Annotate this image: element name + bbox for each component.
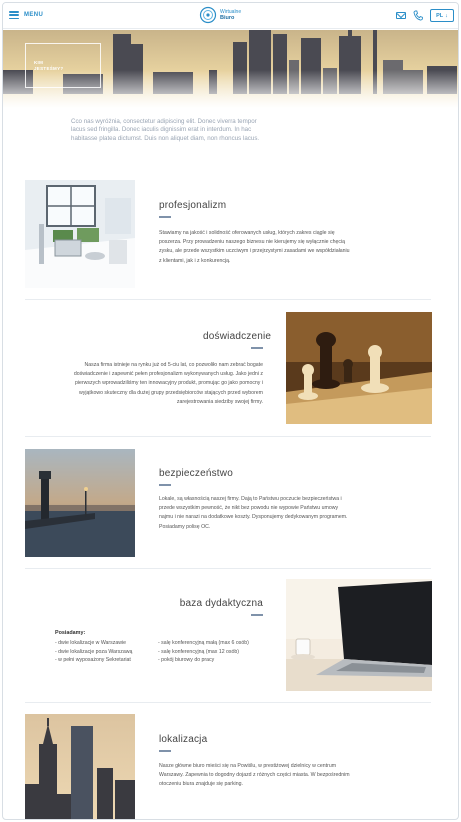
section-title-doswiadczenie: doświadczenie (203, 331, 272, 342)
list-item: - dwie lokalizacje poza Warszawą (55, 648, 133, 655)
about-us-label: KIM JESTEŚMY? (34, 59, 64, 71)
logo[interactable]: Wirtualne Biuro (199, 6, 241, 24)
resources-list-right: - salę konferencyjną małą (max 6 osób) -… (158, 639, 268, 665)
list-title: Posiadamy: (55, 630, 86, 636)
menu-button[interactable]: MENU (9, 11, 43, 19)
section-title-bezpieczenstwo: bezpieczeństwo (159, 468, 233, 479)
top-header: MENU Wirtualne Biuro PL ↓ (3, 3, 458, 29)
section-text-profesjonalizm: Stawiamy na jakość i solidność oferowany… (159, 230, 350, 264)
chevron-down-icon: ↓ (445, 12, 448, 19)
language-switcher[interactable]: PL ↓ (430, 9, 454, 22)
phone-icon[interactable] (413, 10, 423, 21)
office-desk-photo (25, 180, 135, 288)
language-label: PL (436, 12, 444, 19)
list-item: - dwie lokalizacje w Warszawie (55, 640, 127, 646)
title-underline (159, 750, 171, 752)
resources-list-left: - dwie lokalizacje w Warszawie - dwie lo… (55, 639, 155, 665)
section-text-lokalizacja: Nasze główne biuro mieści się na Powiślu… (159, 763, 350, 788)
hamburger-icon (9, 11, 19, 19)
hero-banner: KIM JESTEŚMY? (3, 30, 458, 108)
logo-ring-icon (199, 6, 217, 24)
section-title-baza-dydaktyczna: baza dydaktyczna (179, 598, 263, 609)
list-item: - w pełni wyposażony Sekretariat (55, 657, 131, 664)
section-divider (25, 702, 431, 703)
chess-photo (286, 312, 432, 424)
intro-text: Cco nas wyróżnia, consectetur adipiscing… (71, 118, 260, 142)
mail-icon[interactable] (396, 12, 406, 19)
title-underline (251, 347, 263, 349)
section-text-bezpieczenstwo: Lokale, są własnością naszej firmy. Dają… (159, 496, 348, 530)
list-item: - salę konferencyjną małą (max 6 osób) (158, 640, 249, 646)
page-frame: MENU Wirtualne Biuro PL ↓ KIM JESTEŚMY? … (2, 2, 459, 820)
section-divider (25, 568, 431, 569)
logo-text: Wirtualne Biuro (220, 9, 241, 21)
section-text-doswiadczenie: Nasza firma istnieje na rynku już od 5-c… (73, 362, 263, 405)
title-underline (251, 614, 263, 616)
about-us-box[interactable]: KIM JESTEŚMY? (25, 43, 101, 88)
logo-line2: Biuro (220, 15, 235, 21)
section-divider (25, 299, 431, 300)
lighthouse-photo (25, 449, 135, 557)
warsaw-city-photo (25, 714, 135, 819)
menu-label: MENU (24, 12, 44, 18)
title-underline (159, 484, 171, 486)
section-title-profesjonalizm: profesjonalizm (159, 200, 227, 211)
laptop-photo (286, 579, 432, 691)
list-item: - pokój biurowy do pracy (158, 657, 215, 664)
title-underline (159, 216, 171, 218)
list-item: - salę konferencyjną (max 12 osób) (158, 648, 240, 655)
section-divider (25, 436, 431, 437)
section-title-lokalizacja: lokalizacja (159, 734, 208, 745)
